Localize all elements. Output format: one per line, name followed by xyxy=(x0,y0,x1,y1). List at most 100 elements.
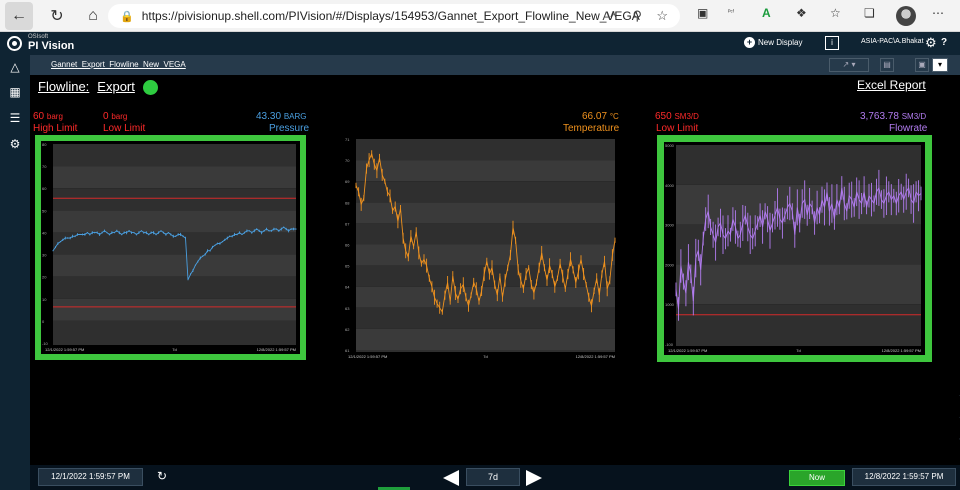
flowrate-start-time-label: 12/1/2022 1:59:57 PM xyxy=(668,348,707,353)
pressure-band xyxy=(53,320,296,343)
pressure-ytick-label: 30 xyxy=(42,253,47,258)
temperature-ytick-label: 71 xyxy=(345,137,350,142)
temperature-value-number: 66.07 xyxy=(582,111,608,122)
pressure-low-limit-number: 0 xyxy=(103,111,109,122)
pressure-ytick-label: 10 xyxy=(42,297,47,302)
flowrate-low-limit-value: 650 SM3/D xyxy=(655,111,699,122)
trend-type-dropdown[interactable]: ↗ ▾ xyxy=(829,58,869,72)
help-icon[interactable]: ? xyxy=(941,37,947,48)
save-dropdown-icon[interactable]: ▾ xyxy=(932,58,948,72)
left-nav-rail: △ ▦ ☰ ⚙ xyxy=(0,55,30,490)
extension-pcf-icon[interactable]: ᴾᶜᶠ xyxy=(728,10,734,16)
back-arrow-icon[interactable]: ← xyxy=(5,1,33,30)
display-tabbar: Gannet_Export_Flowline_New_VEGA ↗ ▾ ▤ ▣ … xyxy=(30,55,960,75)
flowrate-low-limit-number: 650 xyxy=(655,111,672,122)
pressure-band xyxy=(53,144,296,167)
temperature-band xyxy=(356,181,615,203)
pressure-value-number: 43.30 xyxy=(256,111,282,122)
pressure-value-unit: BARG xyxy=(283,112,307,121)
pressure-end-time-label: 12/8/2022 1:59:57 PM xyxy=(257,347,296,352)
zoom-icon[interactable]: ⚲ xyxy=(632,8,642,24)
more-menu-icon[interactable]: ⋯ xyxy=(932,6,944,20)
flowline-value: Export xyxy=(97,79,135,94)
time-back-arrow-icon[interactable] xyxy=(443,470,459,486)
app-title[interactable]: PI Vision xyxy=(28,40,74,52)
pressure-current-value: 43.30 BARG xyxy=(256,111,306,122)
temperature-ytick-label: 64 xyxy=(345,285,350,290)
pressure-band xyxy=(53,254,296,277)
flowrate-value-unit: SM3/D xyxy=(901,112,927,121)
end-time-field[interactable]: 12/8/2022 1:59:57 PM xyxy=(852,468,956,486)
temperature-ytick-label: 67 xyxy=(345,221,350,226)
start-time-field[interactable]: 12/1/2022 1:59:57 PM xyxy=(38,468,143,486)
favorite-star-icon[interactable]: ☆ xyxy=(656,8,668,24)
pressure-ytick-label: 80 xyxy=(42,142,47,147)
flowrate-current-value: 3,763.78 SM3/D xyxy=(860,111,926,122)
temperature-ytick-label: 62 xyxy=(345,327,350,332)
home-icon[interactable]: ⌂ xyxy=(79,2,107,30)
new-display-label: New Display xyxy=(758,38,803,47)
collections-icon[interactable]: ❏ xyxy=(864,6,875,20)
pressure-low-limit-unit: barg xyxy=(111,112,128,121)
flowrate-ytick-label: 1000 xyxy=(665,302,675,307)
pressure-duration-label: 7d xyxy=(172,347,176,352)
temperature-band xyxy=(356,139,615,161)
temperature-ytick-label: 70 xyxy=(345,158,350,163)
pressure-trend[interactable]: 80 70 60 50 40 30 20 10 0 -10 12/1/2022 1:59:57 PM… xyxy=(35,135,306,360)
flowrate-ytick-label: -100 xyxy=(665,342,674,347)
extension-a-icon[interactable]: A xyxy=(762,6,771,20)
temperature-trend[interactable]: 71 70 69 68 67 66 65 64 63 62 61 12/1/2022 1:59:57 … xyxy=(343,135,620,362)
save-icon[interactable]: ▣ xyxy=(915,58,929,72)
temperature-band xyxy=(356,223,615,245)
temperature-end-time-label: 12/8/2022 1:59:57 PM xyxy=(576,354,615,359)
flowrate-value-number: 3,763.78 xyxy=(860,111,899,122)
time-bar: 12/1/2022 1:59:57 PM ↻ 7d Now 12/8/2022 … xyxy=(30,465,960,490)
pressure-ytick-label: 60 xyxy=(42,186,47,191)
temperature-ytick-label: 69 xyxy=(345,179,350,184)
flowrate-ytick-label: 4000 xyxy=(665,183,675,188)
pressure-band xyxy=(53,188,296,211)
temperature-duration-label: 7d xyxy=(483,354,487,359)
extensions-puzzle-icon[interactable]: ❖ xyxy=(796,6,807,20)
flowrate-name: Flowrate xyxy=(889,123,928,134)
refresh-icon[interactable]: ↻ xyxy=(43,2,71,30)
temperature-band xyxy=(356,307,615,329)
symbol-panel-icon[interactable]: ▦ xyxy=(8,85,22,99)
flowrate-band xyxy=(676,145,921,185)
flowrate-ytick-label: 5000 xyxy=(665,143,675,148)
read-aloud-icon[interactable]: Aᴬ xyxy=(603,9,616,23)
duration-field[interactable]: 7d xyxy=(466,468,520,486)
flowrate-trend-svg: 5000 4000 3000 2000 1000 -10012/1/2022 1:59:5… xyxy=(657,135,932,362)
events-icon[interactable]: ⚙ xyxy=(8,137,22,151)
settings-gear-icon[interactable]: ⚙ xyxy=(925,35,937,51)
pressure-name: Pressure xyxy=(269,123,310,134)
pressure-band xyxy=(53,166,296,189)
flowrate-trend[interactable]: 5000 4000 3000 2000 1000 -100 12/1/2022 1:59:5… xyxy=(657,135,932,362)
display-name-link[interactable]: Gannet_Export_Flowline_New_VEGA xyxy=(51,60,186,69)
pressure-high-limit-unit: barg xyxy=(46,112,63,121)
display-canvas: Flowline: Export Excel Report 60 barg Hig… xyxy=(30,75,960,465)
user-name[interactable]: ASIA-PAC\A.Bhakat xyxy=(861,38,924,45)
new-display-button[interactable]: + New Display xyxy=(744,37,802,48)
pressure-band xyxy=(53,276,296,299)
pressure-start-time-label: 12/1/2022 1:59:57 PM xyxy=(45,347,84,352)
browser-toolbar: ← ↻ ⌂ 🔒 https://pivisionup.shell.com/PIV… xyxy=(0,0,960,32)
excel-report-link[interactable]: Excel Report xyxy=(857,78,926,92)
revert-time-icon[interactable]: ↻ xyxy=(157,469,167,483)
pressure-ytick-label: 40 xyxy=(42,230,47,235)
address-bar[interactable]: 🔒 https://pivisionup.shell.com/PIVision/… xyxy=(108,4,680,28)
favorites-icon[interactable]: ☆ xyxy=(830,6,841,20)
pressure-low-limit-label: Low Limit xyxy=(103,123,146,134)
time-forward-arrow-icon[interactable] xyxy=(526,470,542,486)
now-button[interactable]: Now xyxy=(789,470,845,486)
asset-cube-icon[interactable]: △ xyxy=(8,60,22,74)
library-icon[interactable]: ☰ xyxy=(8,111,22,125)
profile-avatar[interactable] xyxy=(896,6,916,26)
layout-icon[interactable]: ▤ xyxy=(880,58,894,72)
pressure-high-limit-value: 60 barg xyxy=(33,111,63,122)
info-icon[interactable]: i xyxy=(825,36,839,50)
pressure-ytick-label: 70 xyxy=(42,164,47,169)
temperature-ytick-label: 68 xyxy=(345,200,350,205)
extension-icon[interactable]: ▣ xyxy=(697,6,708,20)
temperature-ytick-label: 61 xyxy=(345,348,350,353)
